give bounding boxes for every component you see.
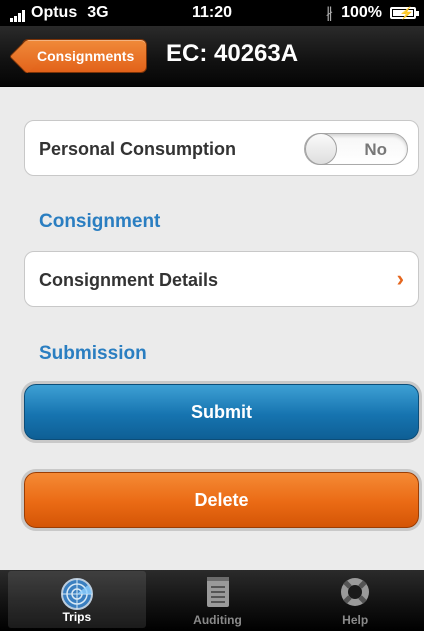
chevron-right-icon: › bbox=[396, 266, 404, 291]
section-header-submission: Submission bbox=[39, 343, 147, 364]
radar-icon bbox=[60, 578, 93, 610]
status-right: ∦ 100% ⚡ bbox=[325, 4, 419, 22]
personal-consumption-toggle[interactable]: No bbox=[304, 133, 408, 165]
tab-trips[interactable]: Trips bbox=[8, 571, 146, 628]
tab-auditing-label: Auditing bbox=[193, 613, 242, 627]
tab-help-label: Help bbox=[342, 613, 369, 627]
consignment-details-label: Consignment Details bbox=[39, 270, 219, 290]
status-bar: Optus 3G 11:20 ∦ 100% ⚡ bbox=[0, 0, 424, 26]
lifebuoy-icon bbox=[341, 578, 370, 606]
tab-help[interactable]: Help bbox=[286, 570, 424, 631]
section-header-consignment: Consignment bbox=[39, 211, 161, 232]
toggle-knob bbox=[305, 133, 337, 165]
personal-consumption-row: Personal Consumption No bbox=[24, 120, 419, 176]
battery-percent: 100% bbox=[341, 4, 382, 21]
delete-button[interactable]: Delete bbox=[24, 472, 419, 528]
back-button-label: Consignments bbox=[37, 48, 135, 64]
personal-consumption-label: Personal Consumption bbox=[39, 139, 237, 159]
navigation-bar: Consignments EC: 40263A bbox=[0, 26, 424, 87]
tab-bar: Trips Auditing Help bbox=[0, 570, 424, 631]
toggle-value: No bbox=[364, 140, 387, 159]
consignment-details-row[interactable]: Consignment Details › bbox=[24, 251, 419, 307]
submit-button[interactable]: Submit bbox=[24, 384, 419, 440]
tab-auditing[interactable]: Auditing bbox=[149, 570, 287, 631]
back-button-consignments[interactable]: Consignments bbox=[22, 39, 148, 73]
bluetooth-icon: ∦ bbox=[325, 5, 334, 22]
main-content: Personal Consumption No Consignment Cons… bbox=[0, 87, 424, 570]
notepad-icon bbox=[206, 577, 229, 607]
battery-icon: ⚡ bbox=[390, 6, 419, 20]
page-title: EC: 40263A bbox=[166, 40, 299, 67]
tab-trips-label: Trips bbox=[62, 610, 92, 624]
